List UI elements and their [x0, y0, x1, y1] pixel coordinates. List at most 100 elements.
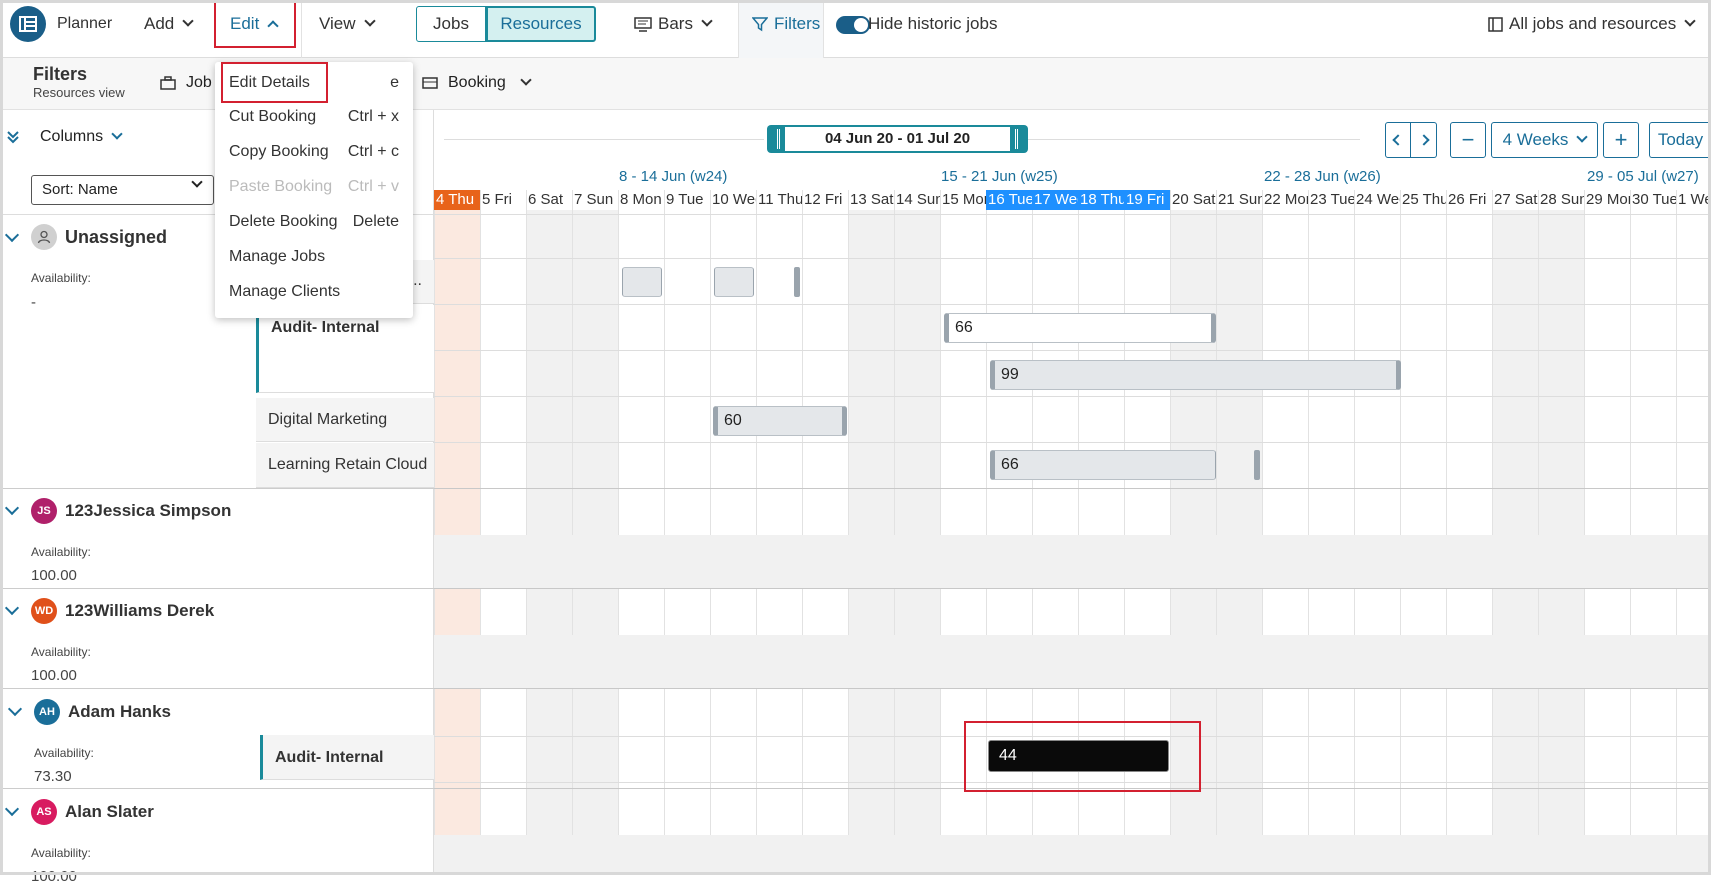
day-header[interactable]: 6 Sat — [526, 190, 572, 210]
booking-value: 99 — [1001, 366, 1019, 383]
job-row-adam-audit[interactable]: Audit- Internal — [260, 735, 434, 780]
booking-bar-stub[interactable] — [794, 267, 800, 297]
grid-row-line — [434, 442, 1711, 443]
grid-row-line — [434, 350, 1711, 351]
day-header[interactable]: 25 Thu — [1400, 190, 1446, 210]
menu-label: Manage Clients — [229, 283, 341, 300]
expand-williams-icon[interactable] — [4, 600, 20, 616]
grid-column-line — [572, 190, 573, 875]
resource-name: 123Jessica Simpson — [65, 501, 232, 520]
menu-shortcut: Ctrl + v — [347, 178, 399, 195]
grid-column-line — [1354, 190, 1355, 875]
booking-bar[interactable]: 99 — [990, 360, 1401, 390]
day-header[interactable]: 18 Thu — [1078, 190, 1124, 210]
booking-bar[interactable]: 66 — [990, 450, 1216, 480]
job-label: Digital Marketing — [268, 411, 388, 428]
filters-button[interactable]: Filters — [752, 0, 820, 48]
job-row-digital-marketing[interactable]: Digital Marketing — [256, 398, 434, 442]
day-header[interactable]: 13 Sat — [848, 190, 894, 210]
all-jobs-resources-dropdown[interactable]: All jobs and resources — [1488, 0, 1696, 48]
day-header[interactable]: 15 Mon — [940, 190, 986, 210]
grid-row-line — [434, 588, 1711, 589]
day-header[interactable]: 30 Tue — [1630, 190, 1676, 210]
jobs-toggle-button[interactable]: Jobs — [416, 6, 486, 42]
grid-column-line — [1262, 190, 1263, 875]
day-header[interactable]: 11 Thu — [756, 190, 802, 210]
selection-highlight — [964, 721, 1201, 792]
divider — [0, 488, 434, 489]
planner-icon[interactable] — [10, 6, 46, 42]
week-header: 22 - 28 Jun (w26) — [1264, 168, 1381, 185]
divider — [0, 788, 434, 789]
booking-bar[interactable]: 66 — [944, 313, 1216, 343]
grid-row-line — [434, 688, 1711, 689]
grid-column-line — [802, 190, 803, 875]
week-header: 15 - 21 Jun (w25) — [941, 168, 1058, 185]
avatar-initials: AS — [36, 806, 52, 818]
view-menu-button[interactable]: View — [319, 0, 376, 48]
day-header[interactable]: 1 Wed — [1676, 190, 1711, 210]
resources-label: Resources — [500, 14, 582, 33]
bars-menu-button[interactable]: Bars — [634, 0, 713, 48]
grid-column-line — [710, 190, 711, 875]
columns-button[interactable]: Columns — [40, 128, 123, 146]
collapse-all-icon[interactable] — [6, 130, 20, 144]
day-header[interactable]: 29 Mon — [1584, 190, 1630, 210]
day-header[interactable]: 20 Sat — [1170, 190, 1216, 210]
expand-adam-icon[interactable] — [7, 701, 23, 717]
person-icon — [37, 230, 51, 244]
resources-toggle-button[interactable]: Resources — [486, 6, 596, 42]
booking-bar-stub[interactable] — [1254, 450, 1260, 480]
menu-label: Paste Booking — [229, 178, 333, 195]
edit-menu-button[interactable]: Edit — [214, 0, 296, 48]
day-header[interactable]: 7 Sun — [572, 190, 618, 210]
hide-historic-toggle[interactable] — [836, 16, 870, 34]
booking-filter-button[interactable]: Booking — [422, 74, 532, 92]
booking-bar[interactable]: 60 — [713, 406, 847, 436]
day-header[interactable]: 12 Fri — [802, 190, 848, 210]
day-header[interactable]: 16 Tue — [986, 190, 1032, 210]
schedule-grid: 8 - 14 Jun (w24) 15 - 21 Jun (w25) 22 - … — [434, 110, 1711, 875]
avatar — [31, 224, 57, 250]
day-header[interactable]: 8 Mon — [618, 190, 664, 210]
day-header[interactable]: 28 Sun — [1538, 190, 1584, 210]
job-row-audit-internal[interactable]: Audit- Internal — [256, 305, 434, 393]
chevron-down-icon — [363, 15, 376, 27]
day-header[interactable]: 14 Sun — [894, 190, 940, 210]
add-menu-button[interactable]: Add — [144, 0, 194, 48]
grid-column-line — [1216, 190, 1217, 875]
sort-select[interactable]: Sort: Name — [31, 175, 214, 205]
view-label: View — [319, 14, 356, 33]
grid-row-line — [434, 396, 1711, 397]
menu-shortcut: e — [390, 74, 399, 91]
booking-value: 60 — [724, 412, 742, 429]
day-header[interactable]: 22 Mon — [1262, 190, 1308, 210]
job-row-learning-retain[interactable]: Learning Retain Cloud — [256, 443, 434, 488]
day-header[interactable]: 4 Thu — [434, 190, 480, 210]
job-label: Learning Retain Cloud — [268, 456, 428, 473]
booking-bar[interactable] — [714, 267, 754, 297]
edit-label: Edit — [230, 14, 260, 33]
grid-column-line — [1492, 190, 1493, 875]
day-header[interactable]: 26 Fri — [1446, 190, 1492, 210]
day-header[interactable]: 23 Tue — [1308, 190, 1354, 210]
expand-alan-icon[interactable] — [4, 801, 20, 817]
availability-label: Availability: — [34, 746, 94, 760]
job-label: Audit- Internal — [275, 749, 384, 766]
day-header[interactable]: 21 Sun — [1216, 190, 1262, 210]
expand-jessica-icon[interactable] — [4, 500, 20, 516]
day-header[interactable]: 5 Fri — [480, 190, 526, 210]
grid-column-line — [1676, 190, 1677, 875]
day-header[interactable]: 27 Sat — [1492, 190, 1538, 210]
expand-unassigned-icon[interactable] — [4, 227, 20, 243]
day-header[interactable]: 17 Wed — [1032, 190, 1078, 210]
job-filter-button[interactable]: Job — [160, 74, 212, 92]
grid-column-line — [848, 190, 849, 875]
booking-bar[interactable] — [622, 267, 662, 297]
day-header[interactable]: 24 Wed — [1354, 190, 1400, 210]
day-header[interactable]: 9 Tue — [664, 190, 710, 210]
day-header[interactable]: 19 Fri — [1124, 190, 1170, 210]
filters-subtitle: Resources view — [33, 85, 125, 100]
day-header[interactable]: 10 Wed — [710, 190, 756, 210]
grid-column-line — [1308, 190, 1309, 875]
